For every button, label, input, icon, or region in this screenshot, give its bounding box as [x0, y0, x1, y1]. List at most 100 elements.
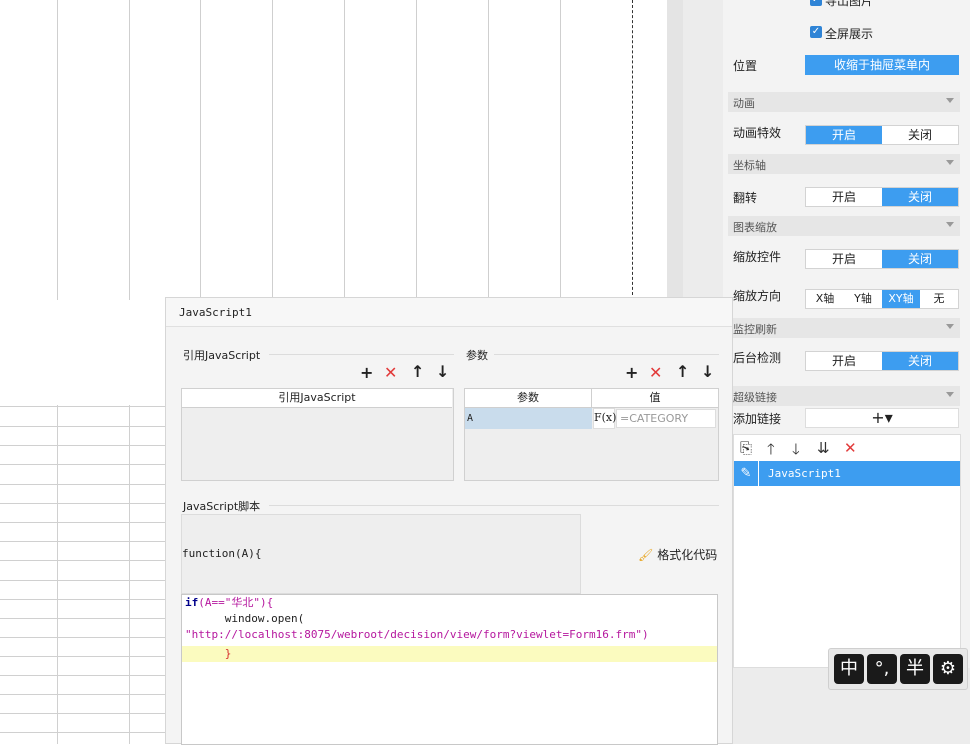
- formula-icon[interactable]: F(x): [593, 408, 616, 429]
- grid-line: [0, 464, 165, 465]
- hyperlink-item-name: JavaScript1: [768, 467, 841, 480]
- grid-line: [0, 675, 165, 676]
- grid-line: [0, 599, 165, 600]
- flip-off-option[interactable]: 关闭: [882, 188, 958, 206]
- chart-property-panel: ✓ 导出图片 ✓ 全屏展示 位置 收缩于抽屉菜单内 动画 动画特效 开启 关闭 …: [723, 0, 970, 744]
- zoom-control-on-option[interactable]: 开启: [806, 250, 882, 268]
- background-check-row: 后台检测 开启 关闭: [733, 351, 963, 371]
- fullscreen-checkbox[interactable]: ✓: [810, 26, 822, 38]
- add-link-button[interactable]: +▾: [805, 408, 959, 428]
- grid-line: [0, 406, 165, 407]
- zoom-dir-x-option[interactable]: X轴: [806, 290, 844, 308]
- zoom-direction-row: 缩放方向 X轴 Y轴 XY轴 无: [733, 289, 963, 309]
- grid-line: [272, 0, 273, 300]
- fullscreen-label: 全屏展示: [825, 27, 874, 41]
- dialog-titlebar[interactable]: JavaScript1: [166, 298, 732, 327]
- chevron-down-icon: [946, 98, 954, 103]
- zoom-control-off-option[interactable]: 关闭: [882, 250, 958, 268]
- grid-line: [0, 445, 165, 446]
- params-table: 参数 值 A F(x) =CATEGORY: [464, 388, 719, 481]
- flip-toggle: 开启 关闭: [805, 187, 959, 207]
- grid-line: [0, 580, 165, 581]
- param-value-input[interactable]: =CATEGORY: [616, 409, 716, 428]
- hyperlink-section-title: 超级链接: [733, 391, 777, 404]
- grid-line: [0, 503, 165, 504]
- export-image-row: ✓ 导出图片: [733, 0, 963, 12]
- zoom-direction-label: 缩放方向: [733, 289, 782, 303]
- ref-js-group-title: 引用JavaScript: [183, 349, 261, 362]
- animation-effect-toggle: 开启 关闭: [805, 125, 959, 145]
- delete-icon[interactable]: ✕: [384, 363, 397, 382]
- arrow-down-icon[interactable]: ↓: [701, 362, 714, 381]
- chevron-down-icon: [946, 222, 954, 227]
- function-header-text: function(A){: [182, 547, 262, 560]
- background-check-on-option[interactable]: 开启: [806, 352, 882, 370]
- page-boundary-line: [632, 0, 633, 300]
- zoom-dir-none-option[interactable]: 无: [920, 290, 958, 308]
- code-line-3: "http://localhost:8075/webroot/decision/…: [185, 628, 649, 641]
- add-icon[interactable]: +: [360, 363, 373, 382]
- background-check-toggle: 开启 关闭: [805, 351, 959, 371]
- grid-line: [0, 541, 165, 542]
- canvas-scroll-margin: [667, 0, 683, 300]
- function-signature: function(A){: [181, 514, 581, 594]
- flip-row: 翻转 开启 关闭: [733, 187, 963, 207]
- move-bottom-icon[interactable]: ⇊: [817, 439, 830, 457]
- zoom-dir-y-option[interactable]: Y轴: [844, 290, 882, 308]
- hyperlink-section-header[interactable]: 超级链接: [728, 386, 960, 406]
- param-name-cell[interactable]: A: [465, 408, 592, 429]
- ref-js-table[interactable]: 引用JavaScript: [181, 388, 454, 481]
- export-image-checkbox[interactable]: ✓: [810, 0, 822, 6]
- brush-icon: 🖌: [638, 548, 654, 562]
- grid-line: [0, 656, 165, 657]
- delete-icon[interactable]: ✕: [844, 439, 857, 457]
- position-label: 位置: [733, 59, 758, 73]
- arrow-up-icon[interactable]: ↑: [676, 362, 689, 381]
- code-line-4: }: [185, 647, 232, 660]
- grid-line: [0, 618, 165, 619]
- animation-section-header[interactable]: 动画: [728, 92, 960, 112]
- axis-section-title: 坐标轴: [733, 159, 766, 172]
- hyperlink-toolbar: ⎘ 🡑 🡓 ⇊ ✕: [734, 435, 960, 461]
- value-column-header: 值: [592, 389, 718, 408]
- gear-icon[interactable]: ⚙: [933, 654, 963, 684]
- add-icon[interactable]: +: [625, 363, 638, 382]
- ime-punctuation-key[interactable]: °,: [867, 654, 897, 684]
- background-check-label: 后台检测: [733, 351, 782, 365]
- code-line-1: if(A=="华北"){: [185, 596, 274, 609]
- zoom-control-row: 缩放控件 开启 关闭: [733, 249, 963, 269]
- export-image-label: 导出图片: [825, 0, 874, 8]
- zoom-dir-xy-option[interactable]: XY轴: [882, 290, 920, 308]
- axis-section-header[interactable]: 坐标轴: [728, 154, 960, 174]
- background-check-off-option[interactable]: 关闭: [882, 352, 958, 370]
- group-divider: [269, 354, 454, 355]
- animation-off-option[interactable]: 关闭: [882, 126, 958, 144]
- delete-icon[interactable]: ✕: [649, 363, 662, 382]
- params-group-title: 参数: [466, 349, 488, 362]
- copy-icon[interactable]: ⎘: [740, 439, 752, 457]
- add-link-label: 添加链接: [733, 412, 782, 426]
- arrow-up-icon[interactable]: ↑: [411, 362, 424, 381]
- format-code-label: 格式化代码: [657, 548, 718, 562]
- group-divider: [494, 354, 719, 355]
- grid-line: [0, 713, 165, 714]
- position-select[interactable]: 收缩于抽屉菜单内: [805, 55, 959, 75]
- position-row: 位置 收缩于抽屉菜单内: [733, 55, 963, 75]
- zoom-section-header[interactable]: 图表缩放: [728, 216, 960, 236]
- format-code-button[interactable]: 🖌 格式化代码: [638, 546, 717, 563]
- ime-halfwidth-key[interactable]: 半: [900, 654, 930, 684]
- zoom-section-title: 图表缩放: [733, 221, 777, 234]
- param-column-header: 参数: [465, 389, 592, 408]
- arrow-down-icon[interactable]: ↓: [436, 362, 449, 381]
- flip-on-option[interactable]: 开启: [806, 188, 882, 206]
- pencil-icon[interactable]: ✎: [734, 461, 759, 486]
- hyperlink-item[interactable]: ✎ JavaScript1: [734, 461, 960, 486]
- refresh-section-header[interactable]: 监控刷新: [728, 318, 960, 338]
- animation-effect-row: 动画特效 开启 关闭: [733, 124, 963, 145]
- ime-chinese-mode-key[interactable]: 中: [834, 654, 864, 684]
- code-editor[interactable]: if(A=="华北"){ window.open( "http://localh…: [181, 594, 718, 745]
- grid-line: [129, 0, 130, 300]
- grid-line: [57, 0, 58, 300]
- animation-on-option[interactable]: 开启: [806, 126, 882, 144]
- zoom-control-label: 缩放控件: [733, 250, 782, 264]
